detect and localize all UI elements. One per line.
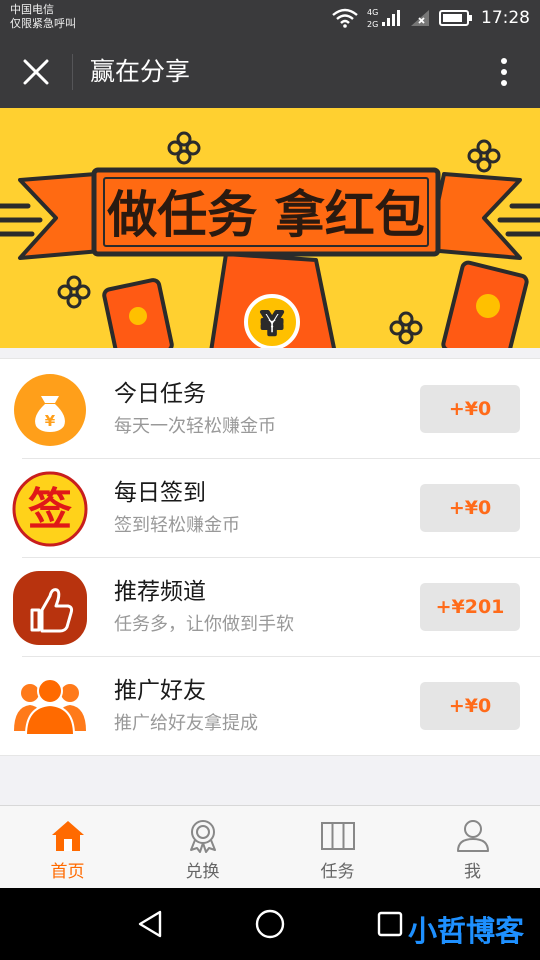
thumbs-up-icon [13,571,87,645]
money-bag-symbol: ¥ [45,412,56,430]
person-icon [456,820,489,852]
more-vertical-icon [501,58,507,86]
task-description: 推广给好友拿提成 [114,713,258,734]
list-item-recommended-channel[interactable]: 推荐频道 任务多，让你做到手软 +¥201 [0,557,540,656]
tab-label: 兑换 [185,862,220,882]
page-title: 赢在分享 [90,57,191,86]
list-item-daily-checkin[interactable]: 签 每日签到 签到轻松赚金币 +¥0 [0,458,540,557]
home-circle-icon [255,909,285,939]
status-icons: 4G 2G 17:28 [331,6,530,30]
carrier-info: 中国电信 仅限紧急呼叫 [10,3,76,31]
close-icon [23,59,49,85]
home-icon [51,821,84,851]
banner-coin-symbol: ¥ [262,307,283,342]
system-navigation-bar: 小哲博客 [0,888,540,960]
task-list: ¥ 今日任务 每天一次轻松赚金币 +¥0 签 每日签到 签到轻松赚金币 +¥0 … [0,358,540,756]
clock: 17:28 [481,8,530,28]
tab-label: 我 [464,862,481,882]
badge-icon [189,820,216,853]
close-button[interactable] [14,50,58,94]
task-description: 每天一次轻松赚金币 [114,416,276,437]
reward-button[interactable]: +¥0 [420,682,520,730]
promo-banner[interactable]: ¥ 做任务 拿红包 [0,108,540,348]
tab-label: 任务 [320,862,355,882]
task-title: 今日任务 [114,381,206,407]
sign-in-glyph: 签 [28,484,72,535]
tab-home[interactable]: 首页 [0,806,135,888]
watermark-text: 小哲博客 [407,914,524,948]
recents-square-icon [377,911,403,937]
signal-no-sim-icon [411,10,429,26]
tab-tasks[interactable]: 任务 [270,806,405,888]
tab-me[interactable]: 我 [405,806,540,888]
task-title: 推荐频道 [114,579,206,605]
banner-artwork: ¥ 做任务 拿红包 [0,131,540,348]
title-divider [72,54,73,90]
task-title: 每日签到 [114,480,206,506]
more-menu-button[interactable] [482,50,526,94]
back-button[interactable] [130,904,170,944]
task-grid-icon [320,822,355,850]
task-description: 签到轻松赚金币 [114,515,240,536]
network-4g-label: 4G [367,8,378,17]
banner-headline: 做任务 拿红包 [106,186,424,244]
reward-button[interactable]: +¥201 [420,583,520,631]
tab-label: 首页 [50,862,85,882]
red-packet-right [441,260,529,348]
reward-button[interactable]: +¥0 [420,484,520,532]
app-screen: 中国电信 仅限紧急呼叫 4G 2G 17:28 赢在分享 ¥ 做任务 拿红包 ¥… [0,0,540,960]
list-item-promote-friends[interactable]: 推广好友 推广给好友拿提成 +¥0 [0,656,540,755]
signal-4g-icon: 4G 2G [367,8,400,29]
status-bar: 中国电信 仅限紧急呼叫 4G 2G 17:28 [0,0,540,36]
people-icon [14,678,86,736]
home-nav-button[interactable] [250,904,290,944]
task-description: 任务多，让你做到手软 [114,614,294,635]
bottom-tab-bar: 首页 兑换 任务 我 [0,805,540,888]
sign-in-icon: 签 [12,471,88,547]
emergency-only-text: 仅限紧急呼叫 [10,17,76,30]
title-bar: 赢在分享 [0,36,540,108]
list-item-daily-task[interactable]: ¥ 今日任务 每天一次轻松赚金币 +¥0 [0,359,540,458]
money-bag-icon: ¥ [14,374,86,446]
reward-button[interactable]: +¥0 [420,385,520,433]
red-packet-center: ¥ [209,252,337,348]
recents-button[interactable] [370,904,410,944]
battery-icon [439,10,472,26]
network-2g-label: 2G [367,20,378,29]
tab-exchange[interactable]: 兑换 [135,806,270,888]
carrier-name: 中国电信 [10,3,54,16]
wifi-icon [332,8,358,28]
red-packet-left [102,278,174,348]
back-triangle-icon [138,910,162,938]
task-title: 推广好友 [114,678,206,704]
